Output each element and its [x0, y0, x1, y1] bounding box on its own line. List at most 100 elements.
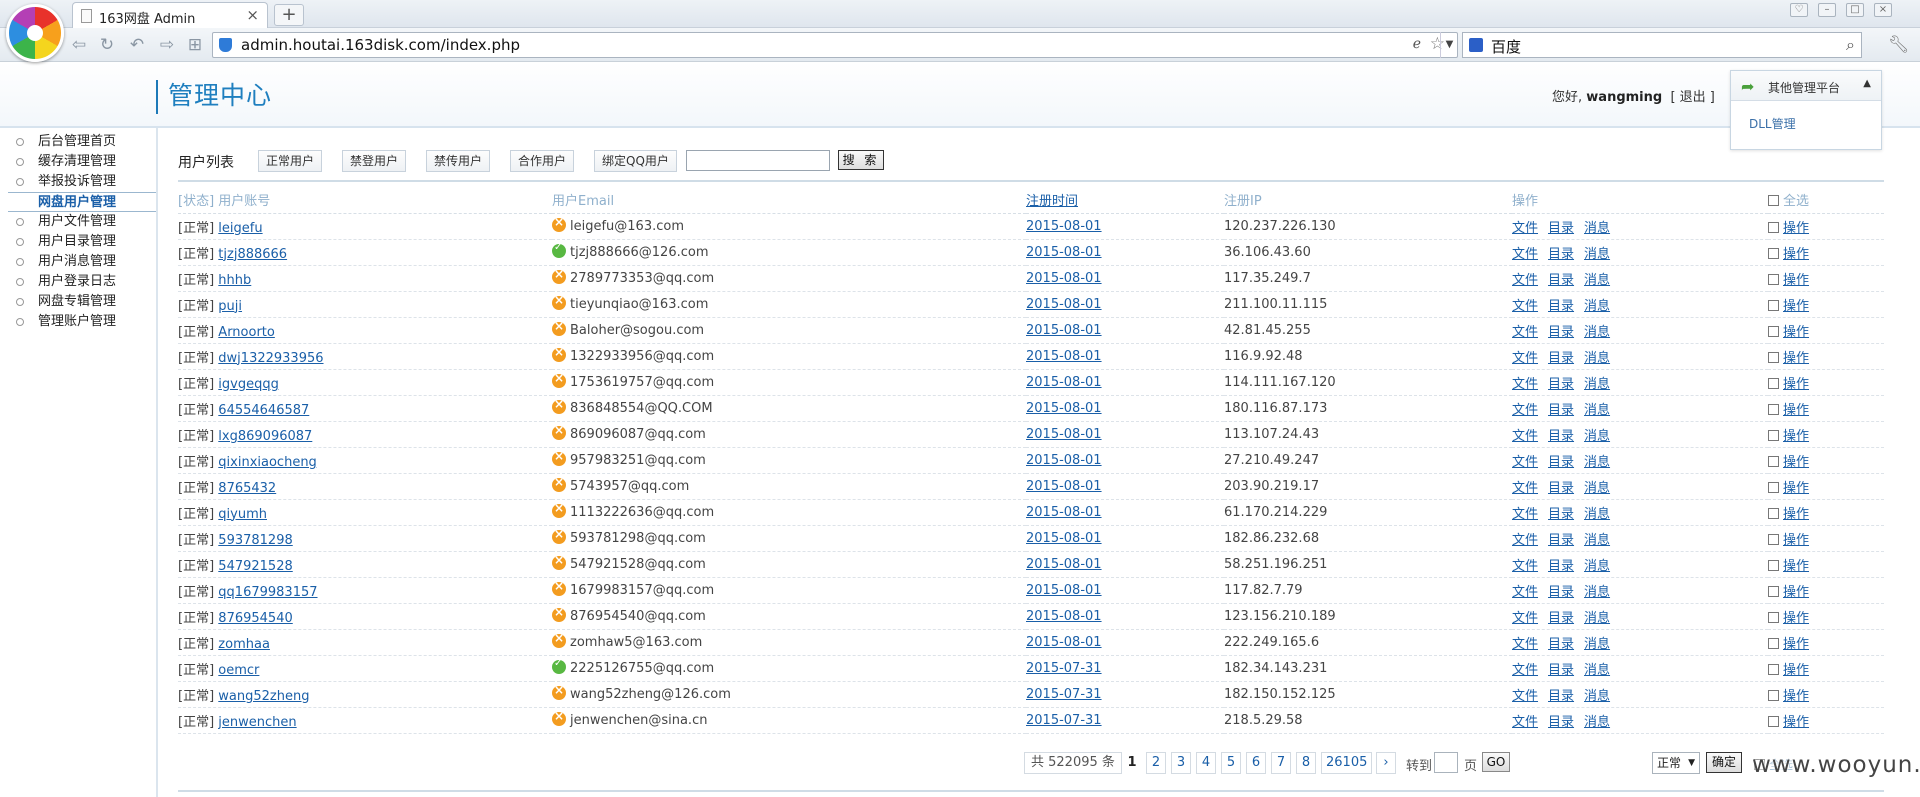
messages-link[interactable]: 消息	[1584, 351, 1610, 366]
messages-link[interactable]: 消息	[1584, 559, 1610, 574]
user-search-input[interactable]	[686, 150, 830, 171]
files-link[interactable]: 文件	[1512, 455, 1538, 470]
messages-link[interactable]: 消息	[1584, 429, 1610, 444]
close-window-button[interactable]: ×	[1874, 3, 1892, 17]
messages-link[interactable]: 消息	[1584, 481, 1610, 496]
account-link[interactable]: oemcr	[218, 663, 259, 678]
page-6[interactable]: 6	[1246, 752, 1266, 774]
row-checkbox[interactable]	[1768, 481, 1779, 493]
row-checkbox[interactable]	[1768, 221, 1779, 233]
files-link[interactable]: 文件	[1512, 663, 1538, 678]
messages-link[interactable]: 消息	[1584, 325, 1610, 340]
register-time-link[interactable]: 2015-08-01	[1026, 479, 1102, 494]
files-link[interactable]: 文件	[1512, 507, 1538, 522]
files-link[interactable]: 文件	[1512, 429, 1538, 444]
row-checkbox[interactable]	[1768, 299, 1779, 311]
files-link[interactable]: 文件	[1512, 533, 1538, 548]
directories-link[interactable]: 目录	[1548, 325, 1574, 340]
sidebar-item[interactable]: 用户消息管理	[0, 252, 156, 272]
register-time-link[interactable]: 2015-08-01	[1026, 505, 1102, 520]
row-action-link[interactable]: 操作	[1783, 715, 1809, 730]
row-action-link[interactable]: 操作	[1783, 221, 1809, 236]
row-action-link[interactable]: 操作	[1783, 585, 1809, 600]
row-action-link[interactable]: 操作	[1783, 559, 1809, 574]
register-time-link[interactable]: 2015-08-01	[1026, 297, 1102, 312]
page-8[interactable]: 8	[1296, 752, 1316, 774]
account-link[interactable]: zomhaa	[218, 637, 270, 652]
directories-link[interactable]: 目录	[1548, 481, 1574, 496]
register-time-link[interactable]: 2015-08-01	[1026, 427, 1102, 442]
files-link[interactable]: 文件	[1512, 585, 1538, 600]
register-time-link[interactable]: 2015-08-01	[1026, 531, 1102, 546]
account-link[interactable]: Arnoorto	[218, 325, 275, 340]
messages-link[interactable]: 消息	[1584, 377, 1610, 392]
messages-link[interactable]: 消息	[1584, 403, 1610, 418]
search-icon[interactable]: ⌕	[1846, 35, 1855, 55]
forward-icon[interactable]: ⇨	[156, 34, 178, 56]
maximize-button[interactable]: □	[1846, 3, 1864, 17]
register-time-link[interactable]: 2015-08-01	[1026, 271, 1102, 286]
sidebar-item[interactable]: 举报投诉管理	[0, 172, 156, 192]
row-checkbox[interactable]	[1768, 429, 1779, 441]
account-link[interactable]: 8765432	[218, 481, 276, 496]
messages-link[interactable]: 消息	[1584, 585, 1610, 600]
filter-qq-bound-button[interactable]: 绑定QQ用户	[594, 150, 677, 172]
row-action-link[interactable]: 操作	[1783, 299, 1809, 314]
files-link[interactable]: 文件	[1512, 325, 1538, 340]
page-1[interactable]: 1	[1122, 752, 1142, 774]
files-link[interactable]: 文件	[1512, 247, 1538, 262]
browser-search-input[interactable]: 百度 ⌕	[1462, 32, 1862, 58]
messages-link[interactable]: 消息	[1584, 689, 1610, 704]
sidebar-item[interactable]: 用户文件管理	[0, 212, 156, 232]
url-input[interactable]: admin.houtai.163disk.com/index.php ℯ ☆	[212, 32, 1458, 58]
account-link[interactable]: lxg869096087	[218, 429, 312, 444]
account-link[interactable]: jenwenchen	[218, 715, 296, 730]
browser-tab[interactable]: 163网盘 Admin ×	[72, 2, 268, 28]
account-link[interactable]: 593781298	[218, 533, 292, 548]
register-time-link[interactable]: 2015-07-31	[1026, 687, 1102, 702]
page-2[interactable]: 2	[1146, 752, 1166, 774]
row-action-link[interactable]: 操作	[1783, 481, 1809, 496]
register-time-link[interactable]: 2015-07-31	[1026, 661, 1102, 676]
files-link[interactable]: 文件	[1512, 377, 1538, 392]
messages-link[interactable]: 消息	[1584, 507, 1610, 522]
directories-link[interactable]: 目录	[1548, 455, 1574, 470]
page-4[interactable]: 4	[1196, 752, 1216, 774]
directories-link[interactable]: 目录	[1548, 637, 1574, 652]
messages-link[interactable]: 消息	[1584, 715, 1610, 730]
register-time-link[interactable]: 2015-08-01	[1026, 375, 1102, 390]
row-checkbox[interactable]	[1768, 715, 1779, 727]
files-link[interactable]: 文件	[1512, 689, 1538, 704]
directories-link[interactable]: 目录	[1548, 403, 1574, 418]
sidebar-item[interactable]: 用户登录日志	[0, 272, 156, 292]
other-platform-toggle[interactable]: ➦ 其他管理平台 ▲	[1731, 71, 1881, 101]
bulk-status-select[interactable]: 正常 ▼	[1652, 752, 1700, 774]
directories-link[interactable]: 目录	[1548, 611, 1574, 626]
refresh-icon[interactable]: ↻	[96, 34, 118, 56]
files-link[interactable]: 文件	[1512, 273, 1538, 288]
row-action-link[interactable]: 操作	[1783, 663, 1809, 678]
files-link[interactable]: 文件	[1512, 481, 1538, 496]
page-7[interactable]: 7	[1271, 752, 1291, 774]
messages-link[interactable]: 消息	[1584, 611, 1610, 626]
messages-link[interactable]: 消息	[1584, 637, 1610, 652]
messages-link[interactable]: 消息	[1584, 663, 1610, 678]
filter-upload-banned-button[interactable]: 禁传用户	[426, 150, 491, 172]
row-checkbox[interactable]	[1768, 377, 1779, 389]
account-link[interactable]: qq1679983157	[218, 585, 317, 600]
sidebar-item[interactable]: 缓存清理管理	[0, 152, 156, 172]
new-tab-button[interactable]: +	[274, 4, 304, 26]
header-register-time[interactable]: 注册时间	[1026, 186, 1224, 214]
register-time-link[interactable]: 2015-08-01	[1026, 323, 1102, 338]
undo-icon[interactable]: ↶	[126, 34, 148, 56]
ie-mode-icon[interactable]: ℯ	[1413, 36, 1421, 52]
row-checkbox[interactable]	[1768, 689, 1779, 701]
register-time-link[interactable]: 2015-08-01	[1026, 583, 1102, 598]
sidebar-item[interactable]: 网盘专辑管理	[0, 292, 156, 312]
row-checkbox[interactable]	[1768, 325, 1779, 337]
row-checkbox[interactable]	[1768, 533, 1779, 545]
register-time-link[interactable]: 2015-08-01	[1026, 557, 1102, 572]
register-time-link[interactable]: 2015-08-01	[1026, 219, 1102, 234]
header-select-all[interactable]: 全选	[1768, 186, 1884, 214]
row-action-link[interactable]: 操作	[1783, 403, 1809, 418]
